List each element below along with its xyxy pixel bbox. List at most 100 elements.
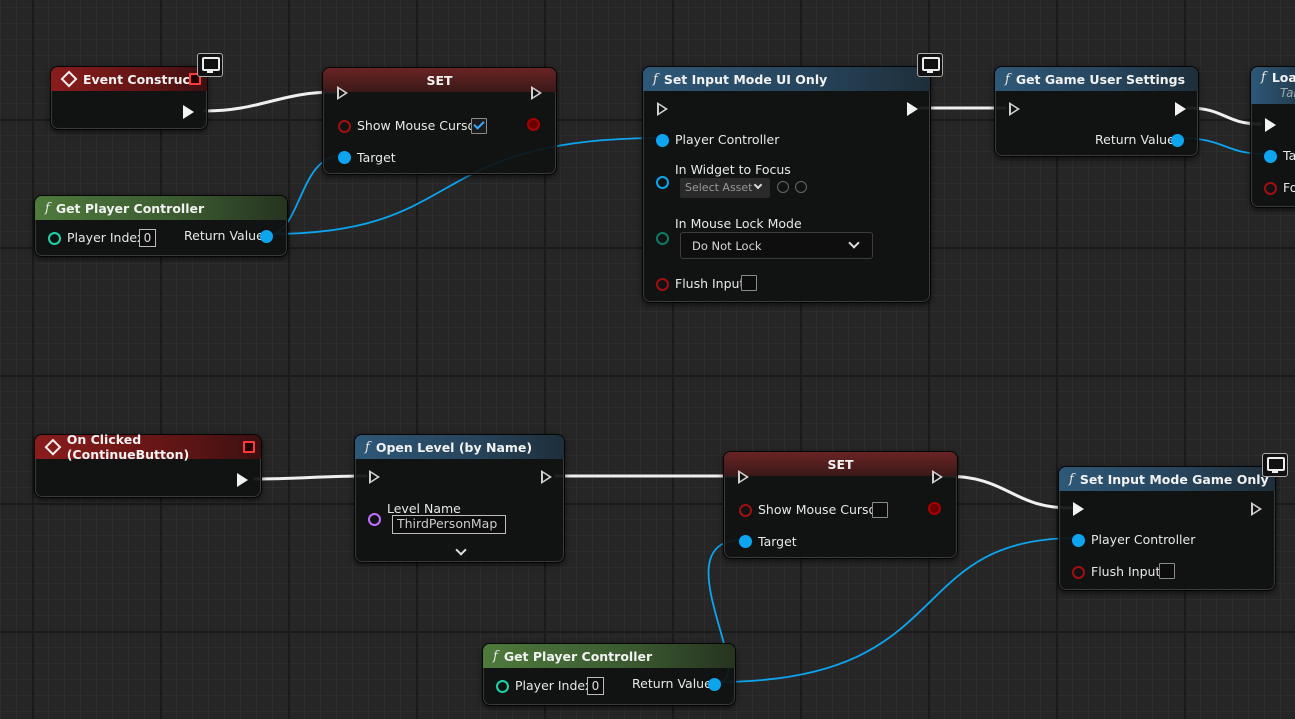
node-header: f Get Player Controller	[483, 644, 735, 668]
node-get-player-controller[interactable]: f Get Player Controller Player Index 0 R…	[482, 643, 736, 706]
use-selected-icon[interactable]	[777, 181, 789, 193]
exec-input-pin[interactable]	[369, 470, 380, 484]
pin-label: Show Mouse Cursor	[758, 502, 882, 517]
pin-label: Return Value	[632, 676, 712, 691]
node-header: f Set Input Mode Game Only	[1059, 467, 1275, 491]
node-set-input-mode-ui-only[interactable]: f Set Input Mode UI Only Player Controll…	[642, 53, 943, 303]
bool-output-pin[interactable]	[527, 118, 540, 131]
exec-output-pin[interactable]	[541, 470, 552, 484]
node-title: Set Input Mode Game Only	[1079, 471, 1269, 487]
event-diamond-icon	[44, 438, 62, 456]
flush-input-pin[interactable]	[1072, 566, 1085, 579]
widget-focus-pin[interactable]	[656, 176, 669, 189]
flush-input-checkbox[interactable]	[1159, 563, 1175, 579]
return-value-pin[interactable]	[260, 230, 273, 243]
flush-input-pin[interactable]	[656, 278, 669, 291]
bool-input-pin[interactable]	[1264, 182, 1277, 195]
function-icon: f	[653, 71, 658, 87]
pin-label: Player Controller	[675, 132, 780, 147]
delegate-square-icon[interactable]	[243, 441, 255, 453]
player-controller-pin[interactable]	[1072, 534, 1085, 547]
exec-wire	[203, 90, 337, 113]
object-wire	[716, 537, 1077, 683]
function-icon: f	[493, 648, 498, 664]
node-event-construct[interactable]: Event Construct	[50, 53, 223, 130]
pin-label: Player Index	[67, 230, 145, 245]
player-index-field[interactable]: 0	[139, 229, 156, 247]
exec-input-pin[interactable]	[657, 102, 668, 116]
node-set-input-mode-game-only[interactable]: f Set Input Mode Game Only Player Contro…	[1058, 453, 1288, 591]
flush-input-checkbox[interactable]	[741, 275, 757, 291]
monitor-badge-icon	[1262, 453, 1288, 477]
monitor-badge-icon	[197, 53, 223, 77]
node-title: Get Player Controller	[55, 200, 205, 216]
node-header: SET	[724, 452, 957, 476]
function-icon: f	[365, 439, 370, 455]
exec-input-pin[interactable]	[1073, 502, 1084, 516]
node-title: Get Player Controller	[503, 648, 653, 664]
node-get-game-user-settings[interactable]: f Get Game User Settings Return Value	[994, 66, 1199, 157]
exec-input-pin[interactable]	[738, 470, 749, 484]
target-input-pin[interactable]	[338, 151, 351, 164]
int-input-pin[interactable]	[48, 232, 61, 245]
exec-output-pin[interactable]	[237, 473, 248, 487]
pin-label: Level Name	[387, 501, 461, 516]
exec-output-pin[interactable]	[183, 105, 194, 119]
exec-input-pin[interactable]	[337, 86, 348, 100]
pin-label: Return Value	[1095, 132, 1175, 147]
event-diamond-icon	[60, 70, 78, 88]
node-subtitle: Tar	[1280, 86, 1295, 100]
node-title: Set Input Mode UI Only	[663, 71, 828, 87]
exec-wire	[253, 474, 368, 481]
exec-output-pin[interactable]	[907, 102, 918, 116]
exec-input-pin[interactable]	[1009, 102, 1020, 116]
pin-label: Show Mouse Cursor	[357, 118, 481, 133]
return-value-pin[interactable]	[1171, 134, 1184, 147]
int-input-pin[interactable]	[496, 680, 509, 693]
target-input-pin[interactable]	[739, 535, 752, 548]
function-icon: f	[45, 200, 50, 216]
node-get-player-controller[interactable]: f Get Player Controller Player Index 0 R…	[34, 195, 288, 257]
mouse-lock-pin[interactable]	[656, 232, 669, 245]
node-partial-load[interactable]: f Loa Tar Ta Fo	[1250, 66, 1295, 208]
pin-label: Target	[357, 150, 396, 165]
select-asset-dropdown[interactable]: Select Asset	[680, 178, 770, 198]
pin-label: In Mouse Lock Mode	[675, 216, 802, 231]
function-icon: f	[1005, 71, 1010, 87]
node-set-top[interactable]: SET Show Mouse Cursor Target	[322, 67, 557, 175]
node-title: Open Level (by Name)	[375, 439, 533, 455]
node-header: Event Construct	[51, 67, 207, 91]
node-open-level[interactable]: f Open Level (by Name) Level Name ThirdP…	[354, 434, 565, 563]
player-controller-pin[interactable]	[656, 134, 669, 147]
node-header: f Open Level (by Name)	[355, 435, 564, 459]
exec-input-pin[interactable]	[1265, 118, 1276, 132]
target-input-pin[interactable]	[1264, 150, 1277, 163]
exec-output-pin[interactable]	[932, 470, 943, 484]
node-title: Loa	[1271, 70, 1295, 85]
mouse-lock-dropdown[interactable]: Do Not Lock	[680, 232, 873, 259]
browse-search-icon[interactable]	[795, 181, 807, 193]
show-mouse-cursor-checkbox[interactable]	[872, 502, 888, 518]
bool-output-pin[interactable]	[928, 502, 941, 515]
pin-label: Fo	[1283, 180, 1295, 195]
player-index-field[interactable]: 0	[587, 677, 604, 695]
return-value-pin[interactable]	[708, 678, 721, 691]
node-on-clicked[interactable]: On Clicked (ContinueButton)	[34, 432, 262, 498]
node-title: SET	[426, 72, 453, 88]
select-asset-label: Select Asset	[685, 181, 753, 194]
show-mouse-cursor-checkbox[interactable]	[471, 118, 487, 134]
exec-output-pin[interactable]	[531, 86, 542, 100]
bool-input-pin[interactable]	[739, 504, 752, 517]
expand-chevron-icon[interactable]	[455, 544, 467, 556]
level-name-field[interactable]: ThirdPersonMap	[392, 515, 506, 534]
pin-label: Flush Input	[1091, 564, 1161, 579]
exec-output-pin[interactable]	[1175, 102, 1186, 116]
bool-input-pin[interactable]	[338, 120, 351, 133]
node-set-bottom[interactable]: SET Show Mouse Cursor Target	[723, 451, 958, 559]
pin-label: Player Index	[515, 678, 593, 693]
mouse-lock-value: Do Not Lock	[692, 239, 762, 253]
pin-label: Player Controller	[1091, 532, 1196, 547]
level-name-pin[interactable]	[368, 513, 381, 526]
node-header: f Get Player Controller	[35, 196, 287, 220]
exec-output-pin[interactable]	[1251, 502, 1262, 516]
